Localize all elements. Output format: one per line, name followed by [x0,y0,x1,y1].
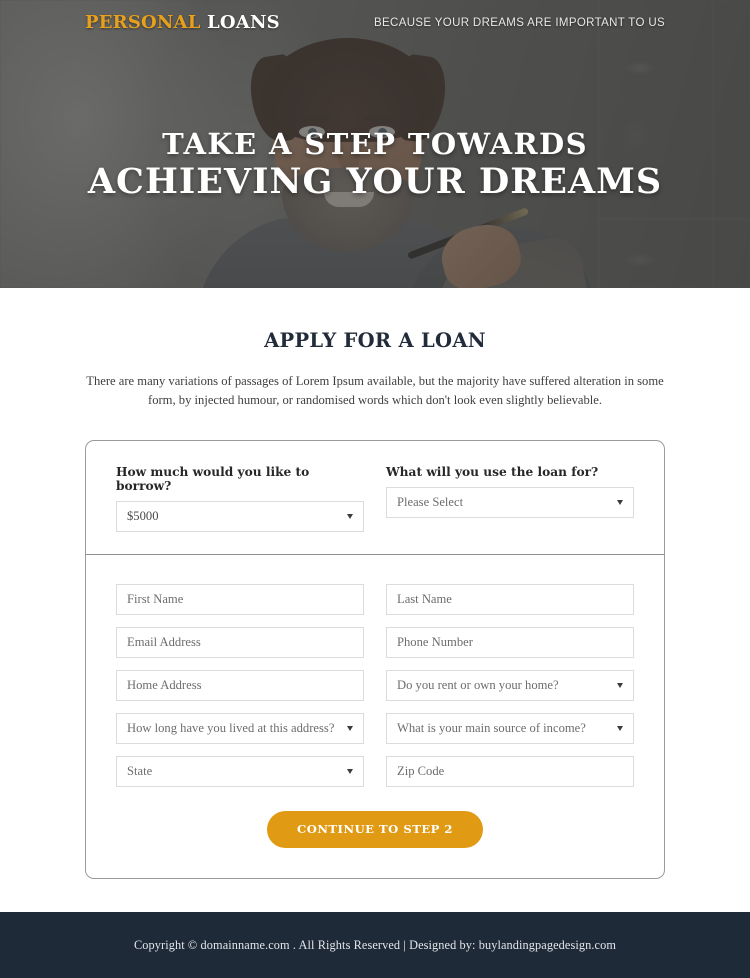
site-logo[interactable]: PERSONAL LOANS [85,12,280,33]
header-bar: PERSONAL LOANS BECAUSE YOUR DREAMS ARE I… [0,0,750,48]
rent-or-own-value: Do you rent or own your home? [397,678,559,693]
hero-headline-line1: TAKE A STEP TOWARDS [162,127,588,161]
home-address-input[interactable]: Home Address [116,670,364,702]
phone-input[interactable]: Phone Number [386,627,634,659]
zip-code-input[interactable]: Zip Code [386,756,634,788]
borrow-amount-value: $5000 [127,509,159,524]
hero-banner: PERSONAL LOANS BECAUSE YOUR DREAMS ARE I… [0,0,750,288]
last-name-placeholder: Last Name [397,592,452,607]
state-value: State [127,764,153,779]
chevron-down-icon [347,769,353,775]
first-name-input[interactable]: First Name [116,584,364,616]
main-content: APPLY FOR A LOAN There are many variatio… [0,288,750,913]
hero-headline-line2: ACHIEVING YOUR DREAMS [87,161,663,203]
form-step2-section: First Name Last Name Email Address Phone… [86,555,664,878]
rent-or-own-select[interactable]: Do you rent or own your home? [386,670,634,702]
copyright-text: Copyright © domainname.com . All Rights … [133,937,616,952]
hero-headline: TAKE A STEP TOWARDS ACHIEVING YOUR DREAM… [0,128,750,202]
field-group-loan-purpose: What will you use the loan for? Please S… [386,465,634,532]
loan-purpose-select[interactable]: Please Select [386,487,634,519]
chevron-down-icon [617,683,623,689]
chevron-down-icon [347,514,353,520]
field-group-borrow-amount: How much would you like to borrow? $5000 [116,465,364,533]
logo-text-secondary: LOANS [207,12,280,33]
continue-to-step-2-button[interactable]: CONTINUE TO STEP 2 [267,811,483,849]
chevron-down-icon [347,726,353,732]
logo-text-primary: PERSONAL [85,12,201,33]
chevron-down-icon [617,726,623,732]
first-name-placeholder: First Name [127,592,184,607]
loan-application-form: How much would you like to borrow? $5000… [85,440,665,880]
borrow-amount-label: How much would you like to borrow? [116,465,310,494]
time-at-address-value: How long have you lived at this address? [127,721,335,736]
home-address-placeholder: Home Address [127,678,202,693]
last-name-input[interactable]: Last Name [386,584,634,616]
page-subtitle: There are many variations of passages of… [86,374,664,408]
email-input[interactable]: Email Address [116,627,364,659]
cta-container: CONTINUE TO STEP 2 [116,811,634,849]
page-footer: Copyright © domainname.com . All Rights … [0,912,750,978]
bottom-spacer [0,879,750,912]
header-tagline: BECAUSE YOUR DREAMS ARE IMPORTANT TO US [374,17,665,29]
state-select[interactable]: State [116,756,364,788]
phone-placeholder: Phone Number [397,635,473,650]
chevron-down-icon [617,500,623,506]
zip-code-placeholder: Zip Code [397,764,445,779]
income-source-select[interactable]: What is your main source of income? [386,713,634,745]
loan-purpose-label: What will you use the loan for? [386,465,599,480]
income-source-value: What is your main source of income? [397,721,586,736]
page-title: APPLY FOR A LOAN [264,329,486,352]
email-placeholder: Email Address [127,635,201,650]
time-at-address-select[interactable]: How long have you lived at this address? [116,713,364,745]
loan-purpose-value: Please Select [397,495,464,510]
borrow-amount-select[interactable]: $5000 [116,501,364,533]
form-step1-section: How much would you like to borrow? $5000… [86,441,664,554]
